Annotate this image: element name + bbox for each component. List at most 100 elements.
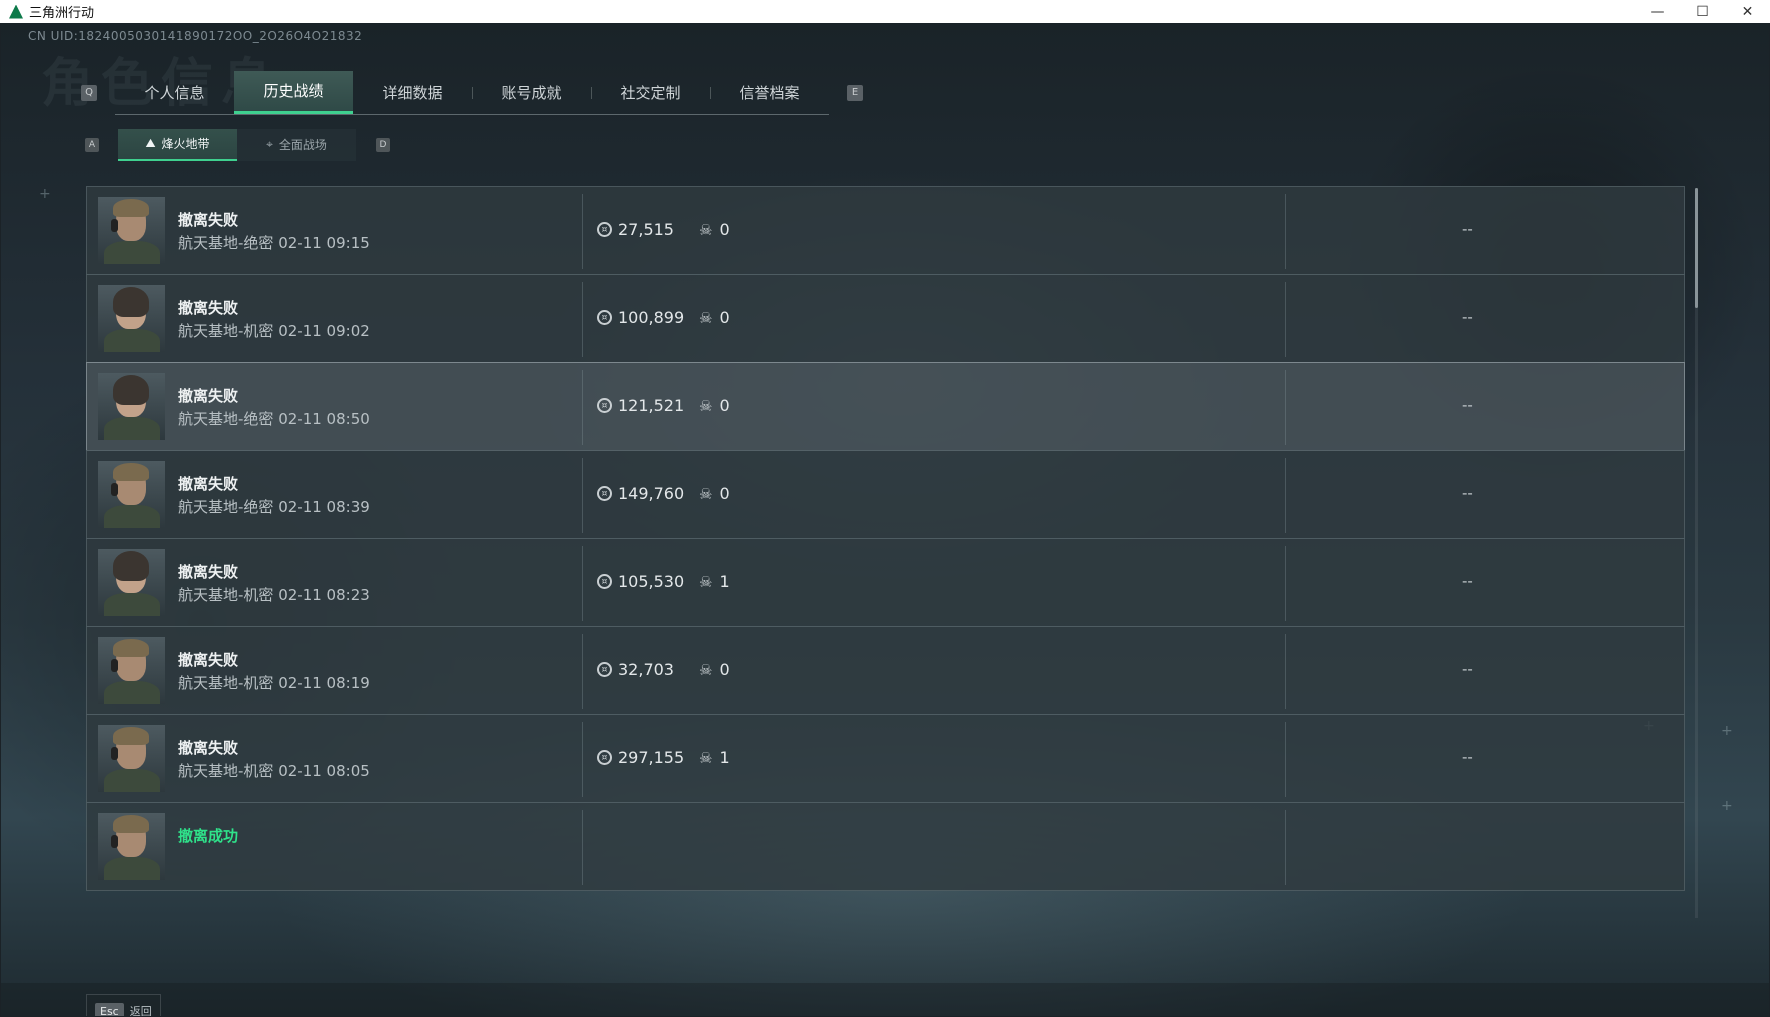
match-map-time: 航天基地-绝密 02-11 08:50 — [178, 408, 370, 429]
row-divider — [582, 370, 583, 445]
match-value: ¤ 100,899 — [597, 308, 684, 327]
match-map-time: 航天基地-绝密 02-11 09:15 — [178, 232, 370, 253]
row-divider — [582, 194, 583, 269]
match-result: 撤离失败 — [178, 475, 239, 493]
back-button[interactable]: Esc 返回 — [86, 994, 161, 1016]
row-divider — [582, 458, 583, 533]
headset-icon — [111, 835, 118, 848]
scrollbar-thumb[interactable] — [1695, 188, 1698, 308]
match-kills: ☠ 0 — [699, 660, 730, 679]
tab-4[interactable]: 账号成就 — [472, 71, 591, 114]
tab-6[interactable]: 信誉档案 — [710, 71, 829, 114]
match-time: 02-11 08:50 — [278, 410, 370, 428]
match-time: 02-11 08:19 — [278, 674, 370, 692]
skull-icon: ☠ — [699, 220, 713, 239]
mode-tab-1[interactable]: ⛰ 烽火地带 — [118, 128, 237, 161]
match-map-time: 航天基地-机密 02-11 08:19 — [178, 672, 370, 693]
headset-icon — [111, 747, 118, 760]
tab-1[interactable]: 个人信息 — [115, 71, 234, 114]
match-kills-count: 1 — [719, 572, 730, 591]
match-value-amount: 297,155 — [618, 748, 685, 767]
operator-avatar — [98, 197, 165, 264]
skull-icon: ☠ — [699, 484, 713, 503]
match-map: 航天基地-绝密 — [178, 410, 274, 428]
bottom-bar — [1, 983, 1769, 1016]
match-kills-count: 0 — [719, 484, 730, 503]
headset-icon — [111, 219, 118, 232]
main-tab-bar: Q 个人信息 历史战绩 详细数据 账号成就 社交定制 信誉档案 E — [81, 70, 863, 115]
row-divider — [582, 722, 583, 797]
window-controls: — ☐ ✕ — [1635, 0, 1770, 23]
decor-plus: + — [39, 186, 51, 202]
match-time: 02-11 08:39 — [278, 498, 370, 516]
match-row[interactable]: 撤离失败 航天基地-绝密 02-11 08:50 ¤ 121,521 ☠ 0 -- — [86, 362, 1685, 451]
row-divider — [1285, 634, 1286, 709]
tab-prev-key[interactable]: Q — [81, 84, 97, 101]
match-kills: ☠ 0 — [699, 308, 730, 327]
mode-tab-label: 烽火地带 — [161, 137, 210, 151]
match-extra: -- — [1462, 660, 1473, 678]
window-titlebar: 三角洲行动 — ☐ ✕ — [0, 0, 1770, 23]
match-map-time: 航天基地-机密 02-11 09:02 — [178, 320, 370, 341]
mode-tab-strip: ⛰ 烽火地带 ⌖ 全面战场 — [118, 128, 356, 161]
match-map: 航天基地-机密 — [178, 674, 274, 692]
match-value: ¤ 105,530 — [597, 572, 684, 591]
avatar-hair — [113, 375, 149, 405]
match-extra: -- — [1462, 308, 1473, 326]
match-extra: -- — [1462, 220, 1473, 238]
match-kills: ☠ 0 — [699, 396, 730, 415]
skull-icon: ☠ — [699, 572, 713, 591]
tab-3[interactable]: 详细数据 — [353, 71, 472, 114]
operator-avatar — [98, 549, 165, 616]
match-row[interactable]: 撤离成功 — [86, 802, 1685, 891]
tab-5[interactable]: 社交定制 — [591, 71, 710, 114]
match-row[interactable]: 撤离失败 航天基地-机密 02-11 08:19 ¤ 32,703 ☠ 0 -- — [86, 626, 1685, 715]
mode-prev-key[interactable]: A — [85, 137, 99, 152]
game-screen: 角色信息 CN UID:1824005030141890172OO_2O26O4… — [1, 23, 1769, 1016]
coin-icon: ¤ — [597, 486, 612, 501]
tab-2[interactable]: 历史战绩 — [234, 70, 353, 114]
match-kills: ☠ 1 — [699, 572, 730, 591]
match-kills-count: 0 — [719, 660, 730, 679]
minimize-button[interactable]: — — [1635, 0, 1680, 23]
match-map: 航天基地-机密 — [178, 322, 274, 340]
match-row[interactable]: 撤离失败 航天基地-机密 02-11 08:05 ¤ 297,155 ☠ 1 -- — [86, 714, 1685, 803]
coin-icon: ¤ — [597, 310, 612, 325]
match-time: 02-11 09:02 — [278, 322, 370, 340]
avatar-body — [104, 857, 160, 880]
mode-tab-label: 全面战场 — [278, 138, 327, 152]
operator-avatar — [98, 813, 165, 880]
coin-icon: ¤ — [597, 574, 612, 589]
row-divider — [1285, 370, 1286, 445]
match-kills-count: 0 — [719, 308, 730, 327]
row-divider — [1285, 282, 1286, 357]
match-result: 撤离失败 — [178, 387, 239, 405]
close-button[interactable]: ✕ — [1725, 0, 1770, 23]
row-divider — [1285, 194, 1286, 269]
row-divider — [582, 810, 583, 885]
operator-avatar — [98, 637, 165, 704]
match-map-time: 航天基地-机密 02-11 08:23 — [178, 584, 370, 605]
match-time: 02-11 09:15 — [278, 234, 370, 252]
avatar-hair — [113, 287, 149, 317]
match-map: 航天基地-机密 — [178, 762, 274, 780]
maximize-button[interactable]: ☐ — [1680, 0, 1725, 23]
match-row[interactable]: 撤离失败 航天基地-机密 02-11 09:02 ¤ 100,899 ☠ 0 -- — [86, 274, 1685, 363]
match-value: ¤ 297,155 — [597, 748, 684, 767]
match-value-amount: 105,530 — [618, 572, 685, 591]
match-map-time: 航天基地-绝密 02-11 08:39 — [178, 496, 370, 517]
avatar-hair — [113, 199, 149, 217]
tab-next-key[interactable]: E — [847, 84, 863, 101]
match-row[interactable]: 撤离失败 航天基地-绝密 02-11 08:39 ¤ 149,760 ☠ 0 -- — [86, 450, 1685, 539]
match-row[interactable]: 撤离失败 航天基地-绝密 02-11 09:15 ¤ 27,515 ☠ 0 -- — [86, 186, 1685, 275]
headset-icon — [111, 659, 118, 672]
match-row[interactable]: 撤离失败 航天基地-机密 02-11 08:23 ¤ 105,530 ☠ 1 -- — [86, 538, 1685, 627]
headset-icon — [111, 483, 118, 496]
mode-tab-2[interactable]: ⌖ 全面战场 — [237, 128, 356, 161]
match-value-amount: 27,515 — [618, 220, 674, 239]
match-value-amount: 32,703 — [618, 660, 674, 679]
crosshair-icon: ⌖ — [266, 137, 273, 151]
mode-next-key[interactable]: D — [376, 137, 390, 152]
skull-icon: ☠ — [699, 660, 713, 679]
operator-avatar — [98, 461, 165, 528]
